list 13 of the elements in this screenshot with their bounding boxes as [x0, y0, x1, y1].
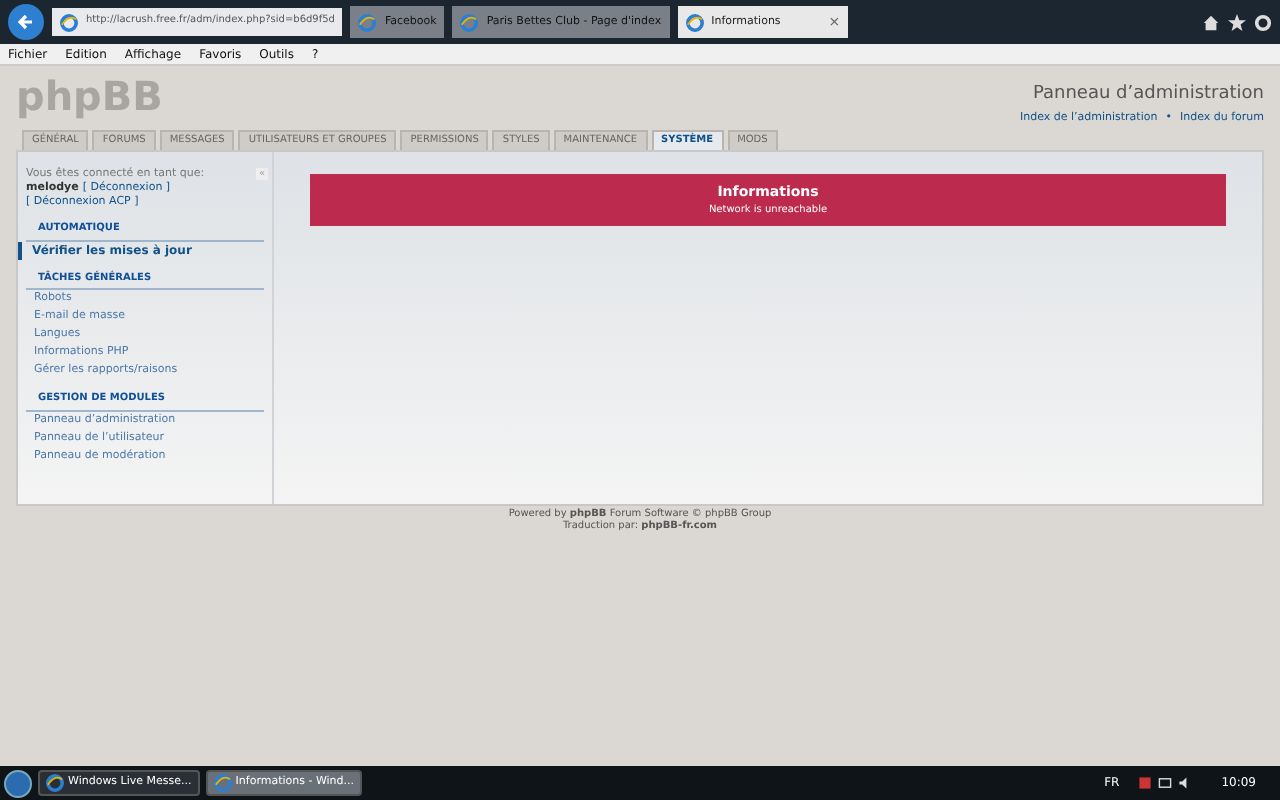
page-title: Panneau d’administration — [1032, 82, 1264, 108]
speaker-icon[interactable] — [1177, 776, 1192, 790]
browser-icon — [358, 13, 377, 31]
browser-icon — [460, 13, 479, 31]
browser-icon — [60, 13, 78, 31]
start-button[interactable] — [4, 769, 32, 797]
browser-icon — [213, 774, 232, 792]
back-arrow-icon — [16, 12, 36, 32]
browser-icon — [685, 13, 704, 31]
browser-icon — [46, 774, 64, 792]
back-button[interactable] — [8, 4, 44, 40]
star-icon[interactable] — [1228, 13, 1246, 31]
home-icon[interactable] — [1202, 13, 1220, 31]
